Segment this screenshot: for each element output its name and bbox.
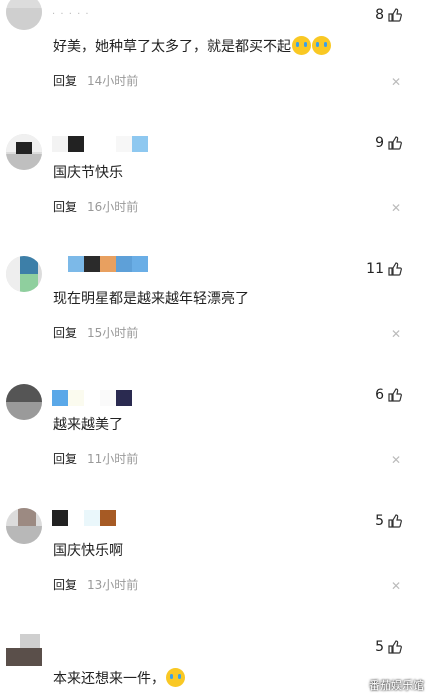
close-icon[interactable]: ✕ (391, 580, 401, 592)
close-icon[interactable]: ✕ (391, 76, 401, 88)
like-count: 8 (375, 7, 384, 23)
comment-text: 现在明星都是越来越年轻漂亮了 (53, 290, 249, 308)
comment-text: 国庆节快乐 (53, 164, 123, 182)
like-count: 5 (375, 513, 384, 529)
timestamp: 15小时前 (87, 326, 139, 340)
comment-text-content: 现在明星都是越来越年轻漂亮了 (53, 291, 249, 307)
comment-item: 5 国庆快乐啊 回复 13小时前 ✕ (0, 504, 430, 630)
avatar[interactable] (6, 508, 42, 544)
comment-text: 好美，她种草了太多了，就是都买不起 (53, 36, 331, 56)
thumbs-up-icon (388, 514, 402, 528)
username-obscured[interactable] (52, 136, 148, 152)
comment-text-content: 国庆快乐啊 (53, 543, 123, 559)
comment-item: 9 国庆节快乐 回复 16小时前 ✕ (0, 126, 430, 252)
username-obscured[interactable] (52, 256, 148, 272)
crying-laughing-emoji-icon (166, 668, 185, 687)
comment-item: 11 现在明星都是越来越年轻漂亮了 回复 15小时前 ✕ (0, 252, 430, 378)
avatar[interactable] (6, 256, 42, 292)
comment-item: 6 越来越美了 回复 11小时前 ✕ (0, 378, 430, 504)
comment-text: 本来还想来一件， (53, 668, 185, 688)
comment-meta: 回复 11小时前 (53, 450, 138, 467)
comment-meta: 回复 13小时前 (53, 576, 138, 593)
crying-laughing-emoji-icon (312, 36, 331, 55)
thumbs-up-icon (388, 136, 402, 150)
close-icon[interactable]: ✕ (391, 328, 401, 340)
like-button[interactable]: 5 (375, 513, 402, 529)
reply-button[interactable]: 回复 (53, 576, 77, 593)
reply-button[interactable]: 回复 (53, 324, 77, 341)
avatar[interactable] (6, 134, 42, 170)
comment-text-content: 越来越美了 (53, 417, 123, 433)
comment-item: · · · · · 8 好美，她种草了太多了，就是都买不起 回复 14小时前 ✕ (0, 0, 430, 126)
username-obscured[interactable]: · · · · · (52, 6, 90, 22)
like-button[interactable]: 9 (375, 135, 402, 151)
thumbs-up-icon (388, 262, 402, 276)
timestamp: 16小时前 (87, 200, 139, 214)
avatar[interactable] (6, 0, 42, 30)
comment-text: 越来越美了 (53, 416, 123, 434)
close-icon[interactable]: ✕ (391, 202, 401, 214)
like-count: 5 (375, 639, 384, 655)
watermark: 番茄娱乐馆 (369, 679, 424, 692)
timestamp: 14小时前 (87, 74, 139, 88)
timestamp: 11小时前 (87, 452, 139, 466)
like-count: 9 (375, 135, 384, 151)
like-button[interactable]: 8 (375, 7, 402, 23)
reply-button[interactable]: 回复 (53, 198, 77, 215)
close-icon[interactable]: ✕ (391, 454, 401, 466)
thumbs-up-icon (388, 640, 402, 654)
reply-button[interactable]: 回复 (53, 450, 77, 467)
reply-button[interactable]: 回复 (53, 72, 77, 89)
avatar[interactable] (6, 384, 42, 420)
comment-text-content: 国庆节快乐 (53, 165, 123, 181)
comment-text: 国庆快乐啊 (53, 542, 123, 560)
comment-text-content: 本来还想来一件， (53, 671, 165, 687)
like-count: 11 (366, 261, 384, 277)
crying-laughing-emoji-icon (292, 36, 311, 55)
comment-item: 5 本来还想来一件， (0, 630, 430, 699)
like-button[interactable]: 11 (366, 261, 402, 277)
thumbs-up-icon (388, 388, 402, 402)
like-button[interactable]: 5 (375, 639, 402, 655)
thumbs-up-icon (388, 8, 402, 22)
timestamp: 13小时前 (87, 578, 139, 592)
comment-text-content: 好美，她种草了太多了，就是都买不起 (53, 39, 291, 55)
comment-meta: 回复 14小时前 (53, 72, 138, 89)
comment-meta: 回复 16小时前 (53, 198, 138, 215)
username-obscured[interactable] (52, 510, 116, 526)
like-button[interactable]: 6 (375, 387, 402, 403)
comment-meta: 回复 15小时前 (53, 324, 138, 341)
username-obscured[interactable] (52, 390, 132, 406)
like-count: 6 (375, 387, 384, 403)
avatar[interactable] (6, 634, 42, 670)
